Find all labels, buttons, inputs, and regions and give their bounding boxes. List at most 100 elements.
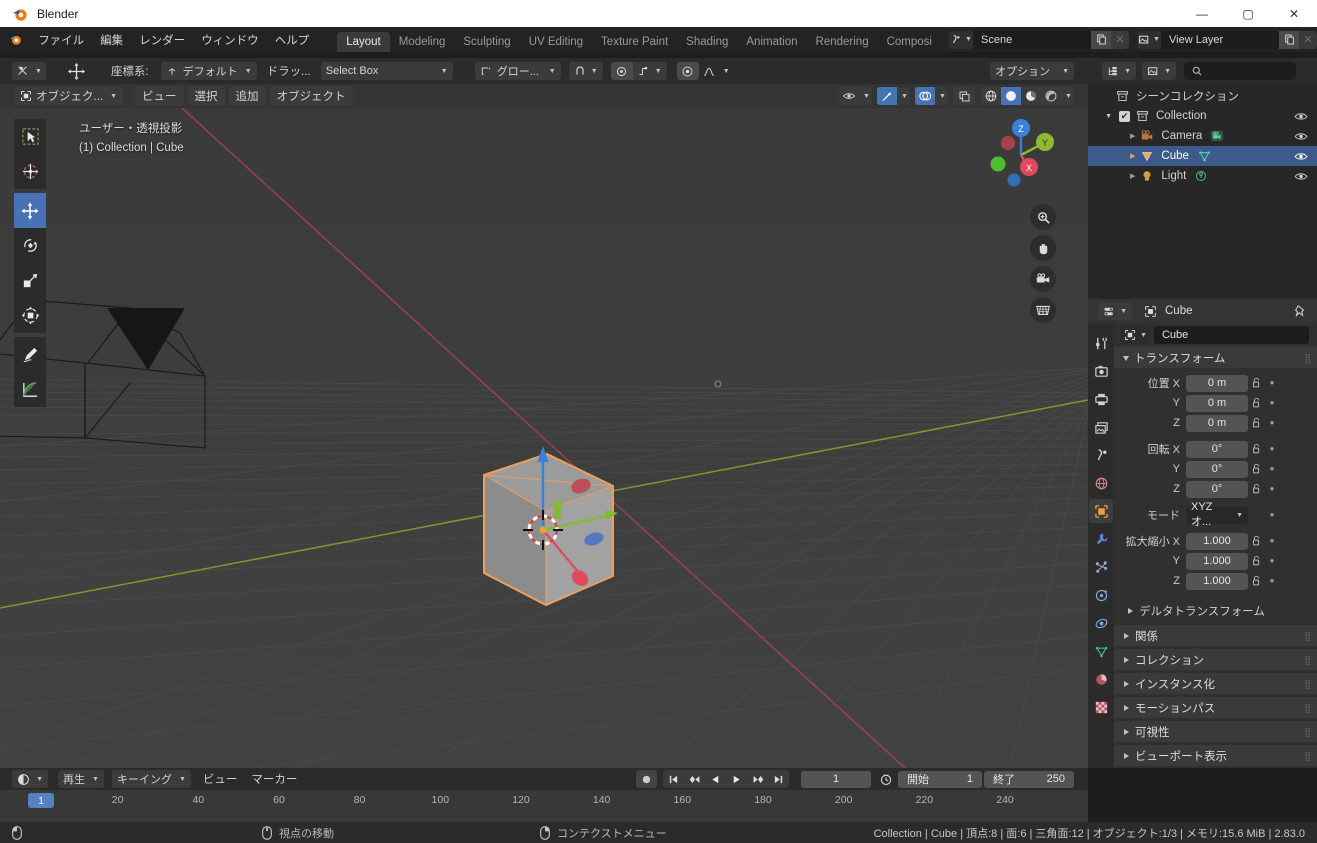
timeline-menu-marker[interactable]: マーカー	[251, 771, 297, 787]
gizmo-chevron-icon[interactable]: ▼	[897, 87, 910, 105]
object-name-input[interactable]: Cube	[1153, 326, 1309, 344]
particles-tab-icon[interactable]	[1089, 555, 1113, 579]
visibility-drag-handle[interactable]: ⣿	[1304, 727, 1311, 736]
maximize-button[interactable]: ▢	[1225, 0, 1271, 27]
outliner-row-light[interactable]: ▶ Light	[1088, 166, 1317, 186]
outliner-scene-collection-row[interactable]: シーンコレクション	[1088, 86, 1317, 106]
collections-drag-handle[interactable]: ⣿	[1304, 655, 1311, 664]
outliner[interactable]: シーンコレクション ▼ ✔ Collection ▶ Camera ▶ Cube…	[1088, 84, 1317, 299]
annotate-tool[interactable]	[14, 337, 46, 372]
pan-view-icon[interactable]	[1030, 235, 1056, 261]
menu-window[interactable]: ウィンドウ	[193, 29, 267, 51]
delta-transform-subpanel[interactable]: デルタトランスフォーム	[1114, 600, 1317, 621]
timeline-editor-type-icon[interactable]: ▼	[12, 770, 48, 788]
motion-paths-expand-icon[interactable]	[1124, 704, 1129, 711]
viewport-menu-add[interactable]: 追加	[228, 86, 266, 106]
navigation-gizmo[interactable]: Z Y X	[982, 116, 1060, 194]
rotation-mode-animate-icon[interactable]: •	[1264, 508, 1280, 521]
collection-expand-icon[interactable]: ▼	[1088, 113, 1112, 120]
transform-expand-icon[interactable]	[1123, 356, 1129, 361]
collection-checkbox[interactable]: ✔	[1119, 110, 1130, 122]
viewlayer-name[interactable]: View Layer	[1161, 30, 1279, 49]
tab-sculpting[interactable]: Sculpting	[454, 32, 519, 52]
timeline-ruler[interactable]: 20 40 60 80 100 120 140 160 180 200 220 240	[0, 790, 1088, 810]
active-tool-icon[interactable]: ▼	[12, 62, 46, 80]
drag-label[interactable]: ドラッ...	[267, 63, 311, 79]
location-z-animate-icon[interactable]: •	[1264, 416, 1280, 429]
overlay-chevron-icon[interactable]: ▼	[935, 87, 948, 105]
instancing-expand-icon[interactable]	[1124, 680, 1129, 687]
scale-tool[interactable]	[14, 263, 46, 298]
timeline-menu-view[interactable]: ビュー	[203, 771, 238, 787]
scale-x-input[interactable]: 1.000	[1186, 532, 1248, 550]
rotation-y-animate-icon[interactable]: •	[1264, 462, 1280, 475]
blender-menu-icon[interactable]	[9, 32, 22, 47]
play-icon[interactable]	[726, 770, 747, 788]
location-z-lock-icon[interactable]	[1248, 417, 1264, 429]
visibility-expand-icon[interactable]	[1124, 728, 1129, 735]
rotation-mode-dropdown[interactable]: XYZ オ... ▼	[1186, 501, 1248, 528]
transform-tool[interactable]	[14, 298, 46, 333]
jump-to-end-icon[interactable]	[768, 770, 789, 788]
select-box-tool[interactable]	[14, 119, 46, 154]
cube-expand-icon[interactable]: ▶	[1130, 152, 1135, 160]
wireframe-shading-icon[interactable]	[981, 87, 1001, 105]
light-data-icon[interactable]	[1194, 169, 1208, 183]
outliner-search-input[interactable]	[1184, 62, 1296, 80]
snap-magnet-icon[interactable]: ▼	[568, 62, 603, 80]
outliner-display-mode-icon[interactable]: ▼	[1102, 62, 1136, 80]
location-z-input[interactable]: 0 m	[1186, 414, 1248, 432]
modifier-tab-icon[interactable]	[1089, 527, 1113, 551]
panel-collections[interactable]: コレクション ⣿	[1114, 649, 1317, 670]
menu-render[interactable]: レンダー	[131, 29, 193, 51]
material-preview-shading-icon[interactable]	[1021, 87, 1041, 105]
mesh-data-icon[interactable]	[1197, 149, 1212, 163]
location-x-lock-icon[interactable]	[1248, 377, 1264, 389]
timeline-menu-keying[interactable]: キーイング ▼	[111, 770, 191, 788]
viewlayer-selector[interactable]: ▼ View Layer ✕	[1137, 30, 1317, 49]
scale-y-input[interactable]: 1.000	[1186, 552, 1248, 570]
relations-drag-handle[interactable]: ⣿	[1304, 631, 1311, 640]
texture-tab-icon[interactable]	[1089, 695, 1113, 719]
scale-x-animate-icon[interactable]: •	[1264, 534, 1280, 547]
new-viewlayer-icon[interactable]	[1279, 30, 1299, 49]
timeline-menu-playback[interactable]: 再生 ▼	[58, 770, 104, 788]
location-y-lock-icon[interactable]	[1248, 397, 1264, 409]
location-y-animate-icon[interactable]: •	[1264, 396, 1280, 409]
output-tab-icon[interactable]	[1089, 387, 1113, 411]
show-gizmo-icon[interactable]	[877, 87, 897, 105]
move-tool[interactable]	[14, 193, 46, 228]
location-x-animate-icon[interactable]: •	[1264, 376, 1280, 389]
timeline-playhead[interactable]: 1	[28, 793, 54, 808]
falloff-curve-icon[interactable]: ▼	[699, 62, 733, 80]
tab-rendering[interactable]: Rendering	[807, 32, 878, 52]
pin-icon[interactable]	[1293, 304, 1307, 318]
visibility-chevron-icon[interactable]: ▼	[859, 87, 872, 105]
jump-to-start-icon[interactable]	[663, 770, 684, 788]
rendered-shading-icon[interactable]	[1041, 87, 1061, 105]
scene-browse-icon[interactable]: ▼	[949, 30, 973, 49]
panel-viewport-display[interactable]: ビューポート表示 ⣿	[1114, 745, 1317, 766]
solid-shading-icon[interactable]	[1001, 87, 1021, 105]
minimize-button[interactable]: —	[1179, 0, 1225, 27]
collections-expand-icon[interactable]	[1124, 656, 1129, 663]
rotation-z-animate-icon[interactable]: •	[1264, 482, 1280, 495]
scale-x-lock-icon[interactable]	[1248, 535, 1264, 547]
scene-selector[interactable]: ▼ Scene ✕	[949, 30, 1129, 49]
properties-editor-type-icon[interactable]: ▼	[1098, 302, 1132, 320]
timeline-ruler-area[interactable]: 20 40 60 80 100 120 140 160 180 200 220 240 1	[0, 790, 1088, 822]
location-y-input[interactable]: 0 m	[1186, 394, 1248, 412]
viewport-display-drag-handle[interactable]: ⣿	[1304, 751, 1311, 760]
render-tab-icon[interactable]	[1089, 359, 1113, 383]
3d-viewport[interactable]: ユーザー・透視投影 (1) Collection | Cube Z Y X	[0, 108, 1088, 768]
rotation-z-input[interactable]: 0°	[1186, 480, 1248, 498]
previous-keyframe-icon[interactable]	[684, 770, 705, 788]
menu-help[interactable]: ヘルプ	[267, 29, 318, 51]
scene-tab-icon[interactable]	[1089, 443, 1113, 467]
outliner-row-camera[interactable]: ▶ Camera	[1088, 126, 1317, 146]
proportional-falloff-icon[interactable]: ▼	[632, 62, 667, 80]
outliner-row-collection[interactable]: ▼ ✔ Collection	[1088, 106, 1317, 126]
move-gizmo-icon[interactable]	[64, 62, 89, 80]
delta-transform-expand-icon[interactable]	[1128, 607, 1133, 614]
end-frame-input[interactable]: 終了 250	[984, 770, 1074, 788]
